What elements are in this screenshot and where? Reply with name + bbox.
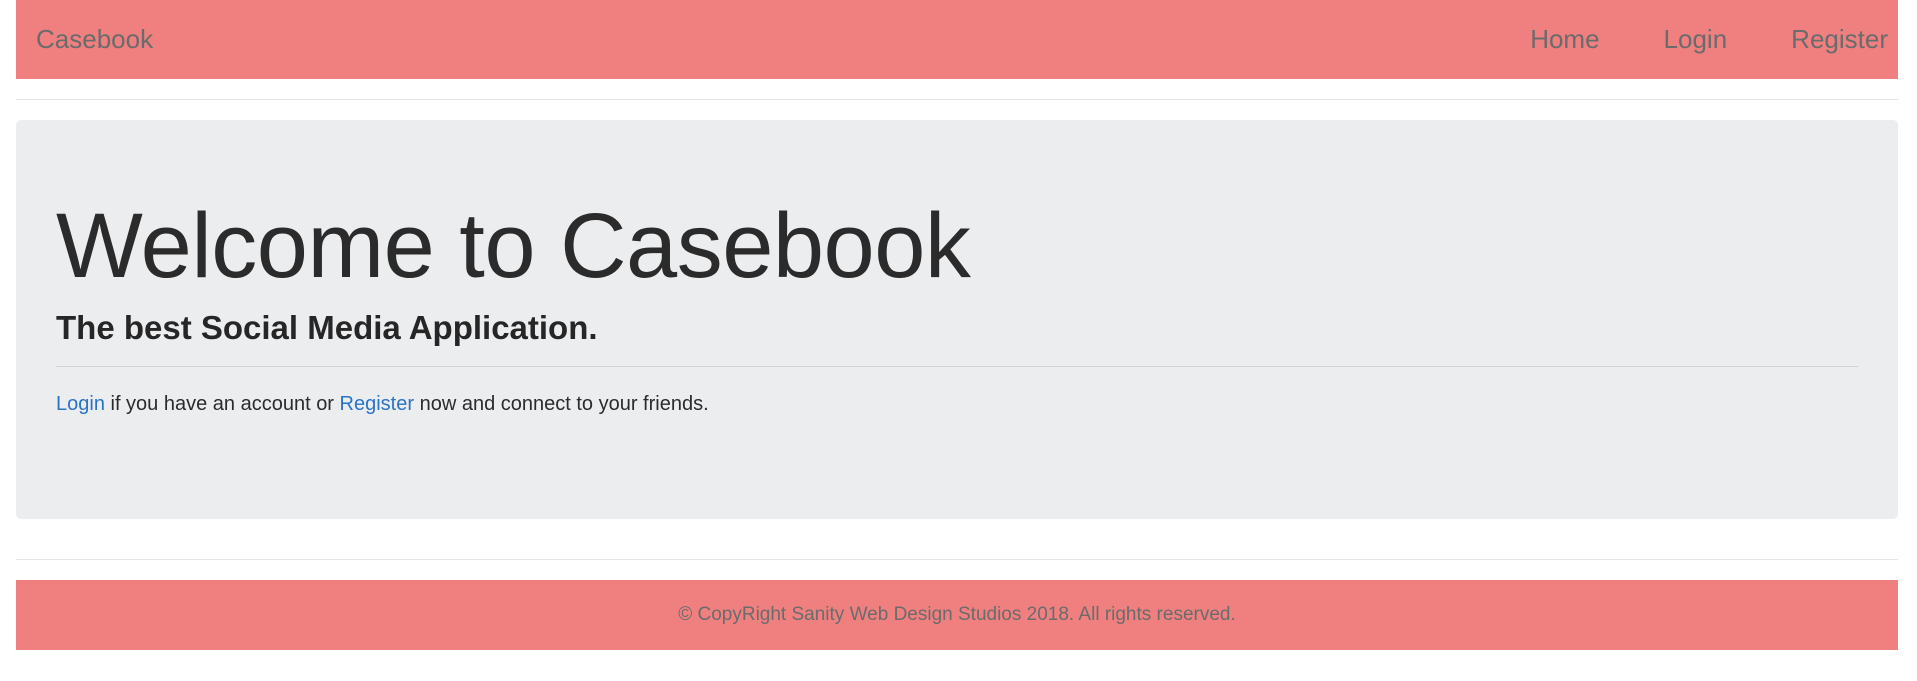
message-end-text: now and connect to your friends. xyxy=(414,393,709,415)
register-link[interactable]: Register xyxy=(340,393,414,415)
footer: © CopyRight Sanity Web Design Studios 20… xyxy=(16,580,1898,650)
message-middle-text: if you have an account or xyxy=(104,393,340,415)
nav-home-link[interactable]: Home xyxy=(1530,24,1599,55)
login-link[interactable]: Login xyxy=(56,393,105,415)
brand-link[interactable]: Casebook xyxy=(36,24,153,55)
bottom-divider xyxy=(16,559,1898,560)
navbar: Casebook Home Login Register xyxy=(16,0,1898,79)
nav-register-link[interactable]: Register xyxy=(1791,24,1888,55)
top-divider xyxy=(16,99,1898,100)
nav-links: Home Login Register xyxy=(1466,0,1898,79)
welcome-jumbotron: Welcome to Casebook The best Social Medi… xyxy=(16,120,1898,519)
nav-login-link[interactable]: Login xyxy=(1664,24,1728,55)
welcome-message: Login if you have an account or Register… xyxy=(56,393,709,416)
welcome-title: Welcome to Casebook xyxy=(56,195,971,297)
copyright-text: © CopyRight Sanity Web Design Studios 20… xyxy=(678,604,1236,625)
welcome-subtitle: The best Social Media Application. xyxy=(56,309,598,346)
jumbotron-divider xyxy=(56,366,1858,367)
